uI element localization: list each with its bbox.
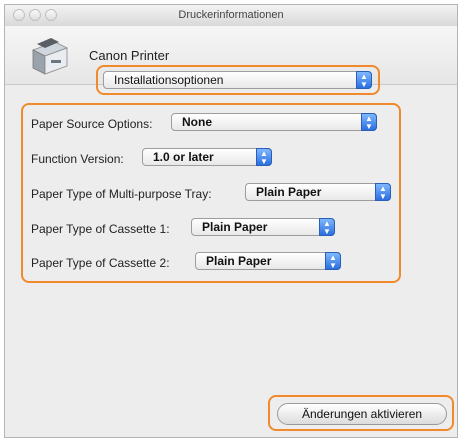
function-version-value: 1.0 or later bbox=[153, 150, 214, 164]
paper-source-select[interactable]: None ▲ ▼ bbox=[171, 113, 377, 131]
section-select-value: Installationsoptionen bbox=[114, 73, 224, 87]
function-version-select[interactable]: 1.0 or later ▲ ▼ bbox=[142, 148, 272, 166]
option-label-paper-source: Paper Source Options: bbox=[31, 117, 153, 131]
printer-icon bbox=[31, 38, 69, 75]
cassette-2-value: Plain Paper bbox=[206, 254, 272, 268]
option-label-cassette-1: Paper Type of Cassette 1: bbox=[31, 222, 170, 236]
apply-changes-button[interactable]: Änderungen aktivieren bbox=[277, 403, 447, 425]
updown-arrows-icon: ▲ ▼ bbox=[325, 252, 341, 270]
updown-arrows-icon: ▲ ▼ bbox=[356, 71, 372, 89]
cassette-1-value: Plain Paper bbox=[202, 220, 268, 234]
printer-name: Canon Printer bbox=[89, 48, 170, 63]
option-label-function-version: Function Version: bbox=[31, 152, 124, 166]
paper-source-value: None bbox=[182, 115, 212, 129]
cassette-2-select[interactable]: Plain Paper ▲ ▼ bbox=[195, 252, 341, 270]
cassette-1-select[interactable]: Plain Paper ▲ ▼ bbox=[191, 218, 335, 236]
updown-arrows-icon: ▲ ▼ bbox=[361, 113, 377, 131]
option-label-cassette-2: Paper Type of Cassette 2: bbox=[31, 256, 170, 270]
multipurpose-tray-select[interactable]: Plain Paper ▲ ▼ bbox=[245, 183, 391, 201]
section-select[interactable]: Installationsoptionen ▲ ▼ bbox=[103, 71, 372, 89]
title-bar[interactable]: Druckerinformationen bbox=[5, 5, 457, 27]
updown-arrows-icon: ▲ ▼ bbox=[319, 218, 335, 236]
updown-arrows-icon: ▲ ▼ bbox=[256, 148, 272, 166]
option-label-multipurpose-tray: Paper Type of Multi-purpose Tray: bbox=[31, 187, 212, 201]
updown-arrows-icon: ▲ ▼ bbox=[375, 183, 391, 201]
window-title: Druckerinformationen bbox=[178, 9, 284, 21]
printer-info-window: Druckerinformationen Canon Printer Insta… bbox=[4, 4, 458, 438]
multipurpose-tray-value: Plain Paper bbox=[256, 185, 322, 199]
